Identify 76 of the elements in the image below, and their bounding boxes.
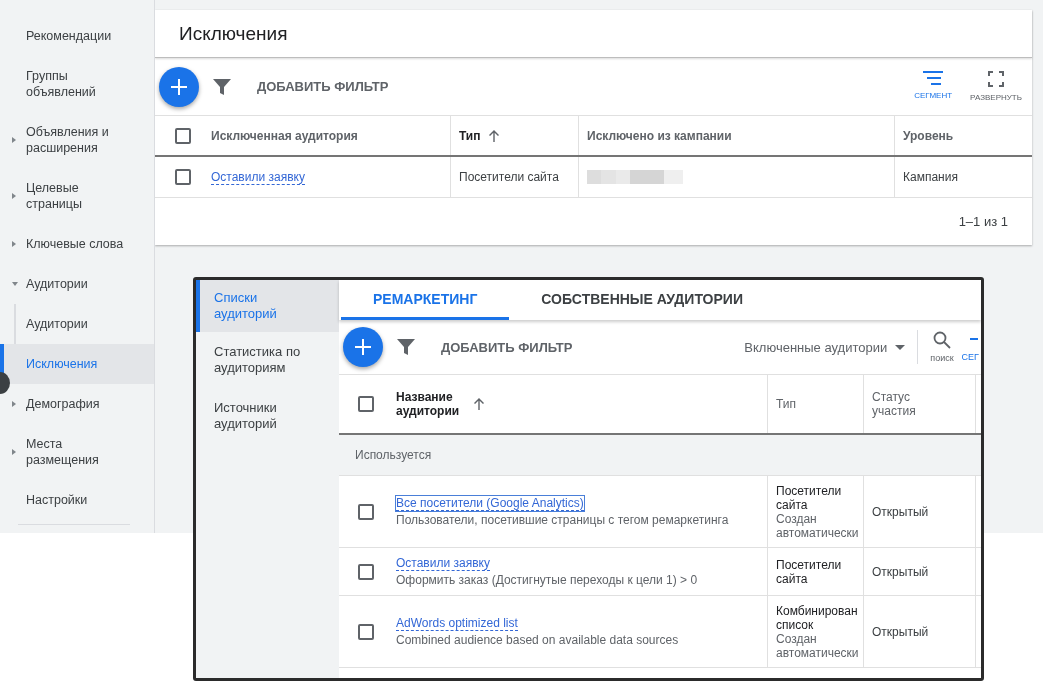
sidebar-item[interactable]: Группы объявлений xyxy=(0,56,154,112)
caret-right-icon xyxy=(12,449,16,455)
caret-right-icon xyxy=(12,193,16,199)
status-cell: Открытый xyxy=(872,624,929,639)
group-label: Используется xyxy=(355,448,432,462)
add-button[interactable] xyxy=(343,327,383,367)
filter-icon xyxy=(213,78,231,95)
column-header[interactable]: Название аудитории xyxy=(396,390,466,418)
status-cell: Открытый xyxy=(872,504,929,519)
sidebar-item[interactable]: Ключевые слова xyxy=(0,224,154,264)
nav-item[interactable]: Статистика по аудиториям xyxy=(196,332,339,388)
column-header[interactable]: Уровень xyxy=(903,128,954,143)
pagination-text: 1–1 из 1 xyxy=(958,214,1008,229)
caret-right-icon xyxy=(12,241,16,247)
select-all-checkbox[interactable] xyxy=(175,127,191,144)
audience-link[interactable]: Оставили заявку xyxy=(211,169,305,185)
nav-item[interactable]: Источники аудиторий xyxy=(196,388,339,444)
add-filter-button[interactable]: ДОБАВИТЬ ФИЛЬТР xyxy=(257,75,389,98)
type-text: Посетители сайта xyxy=(776,557,843,586)
segment-icon xyxy=(923,71,944,85)
plus-icon xyxy=(355,339,371,355)
add-filter-button[interactable]: ДОБАВИТЬ ФИЛЬТР xyxy=(441,335,573,359)
type-text: Посетители сайта xyxy=(776,483,843,512)
row-checkbox[interactable] xyxy=(175,169,191,185)
column-header[interactable]: Тип xyxy=(459,128,481,143)
view-dropdown[interactable]: Включенные аудитории xyxy=(744,339,906,355)
row-checkbox[interactable] xyxy=(358,563,374,580)
sidebar-item[interactable]: Аудитории xyxy=(0,304,154,344)
filter-button[interactable] xyxy=(397,339,415,355)
audience-description: Пользователи, посетившие страницы с тегом ремаркетинга xyxy=(396,513,729,527)
type-note: Создан автоматически xyxy=(776,511,860,540)
audience-link[interactable]: Все посетители (Google Analytics) xyxy=(396,496,584,511)
sidebar-item[interactable]: Исключения xyxy=(0,344,154,384)
sort-arrow-icon xyxy=(474,398,484,410)
column-header[interactable]: Тип xyxy=(776,397,796,411)
sidebar-item[interactable]: Рекомендации xyxy=(0,16,154,56)
select-all-checkbox[interactable] xyxy=(358,396,374,412)
caret-right-icon xyxy=(12,137,16,143)
type-text: Комбинирован список xyxy=(776,603,858,632)
nav-item[interactable]: Списки аудиторий xyxy=(196,280,339,332)
sidebar-item[interactable]: Демография xyxy=(0,384,154,424)
row-checkbox[interactable] xyxy=(358,623,374,640)
sidebar-item[interactable]: Места размещения xyxy=(0,424,154,480)
audience-link[interactable]: AdWords optimized list xyxy=(396,616,518,631)
audience-description: Оформить заказ (Достигнутые переходы к цели 1) > 0 xyxy=(396,573,698,587)
sidebar-item[interactable]: Целевые страницы xyxy=(0,168,154,224)
sidebar-item[interactable]: Аудитории xyxy=(0,264,154,304)
filter-icon xyxy=(397,339,415,355)
table-cell: Посетители сайта xyxy=(459,170,559,184)
status-cell: Открытый xyxy=(872,564,929,579)
row-checkbox[interactable] xyxy=(358,503,374,520)
audience-description: Combined audience based on available data sources xyxy=(396,633,679,647)
expand-button[interactable]: РАЗВЕРНУТЬ xyxy=(966,71,1026,102)
caret-down-icon xyxy=(12,282,18,286)
column-header[interactable]: Исключено из кампании xyxy=(587,128,732,143)
column-header[interactable]: Исключенная аудитория xyxy=(211,128,358,143)
sort-arrow-icon xyxy=(488,129,499,142)
plus-icon xyxy=(171,78,187,95)
table-cell: Кампания xyxy=(903,170,958,184)
caret-right-icon xyxy=(12,401,16,407)
column-header[interactable]: Статус участия xyxy=(872,390,942,418)
fullscreen-icon xyxy=(988,71,1005,87)
search-icon xyxy=(932,331,951,349)
dropdown-caret-icon xyxy=(895,344,906,350)
tab[interactable]: РЕМАРКЕТИНГ xyxy=(341,280,510,320)
filter-button[interactable] xyxy=(213,78,231,95)
sidebar-item[interactable]: Настройки xyxy=(0,480,154,520)
audience-link[interactable]: Оставили заявку xyxy=(396,556,490,571)
page-title: Исключения xyxy=(179,22,288,45)
sidebar-item[interactable]: Объявления и расширения xyxy=(0,112,154,168)
segment-button[interactable]: СЕГ xyxy=(961,332,981,362)
segment-button[interactable]: СЕГМЕНТ xyxy=(910,71,957,102)
tab[interactable]: СОБСТВЕННЫЕ АУДИТОРИИ xyxy=(509,280,775,320)
add-button[interactable] xyxy=(159,66,199,107)
search-button[interactable]: поиск xyxy=(930,331,954,363)
type-note: Создан автоматически xyxy=(776,631,860,660)
